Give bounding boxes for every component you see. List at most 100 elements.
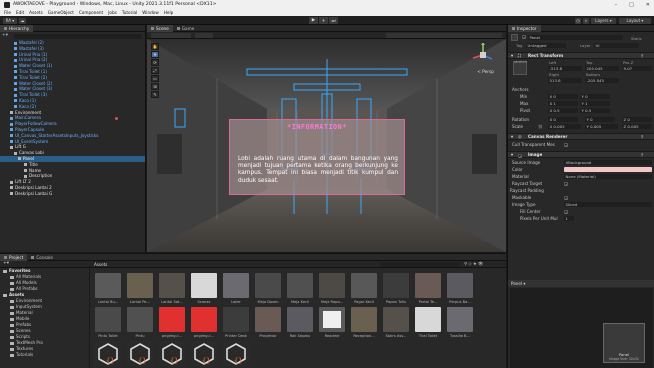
hierarchy-search-input[interactable] xyxy=(14,34,142,39)
rect-transform-header[interactable]: Rect Transform xyxy=(528,53,563,58)
min-y-field[interactable]: Y 0 xyxy=(580,94,610,99)
asset-item[interactable]: Lantai Bu... xyxy=(94,273,122,304)
tab-project[interactable]: Project xyxy=(0,254,28,261)
material-field[interactable]: None (Material) xyxy=(564,174,652,179)
step-button[interactable]: ⏭ xyxy=(329,17,338,24)
menu-item-tutorial[interactable]: Tutorial xyxy=(122,10,137,15)
anchors-foldout[interactable]: Anchors xyxy=(512,87,529,92)
move-tool-icon[interactable]: ✥ xyxy=(151,51,159,58)
script-asset-item[interactable]: {} xyxy=(158,341,186,366)
left-field[interactable]: -513.8 xyxy=(548,66,582,71)
cloud-icon[interactable]: ☁ xyxy=(19,17,26,24)
project-search-input[interactable] xyxy=(380,262,460,267)
chevron-down-icon[interactable]: ▾ xyxy=(511,152,513,157)
link-icon[interactable]: ⛓ xyxy=(538,124,543,129)
hierarchy-item[interactable]: Deskripsi Lantai G xyxy=(0,191,145,197)
static-toggle[interactable]: Static xyxy=(631,36,642,41)
script-asset-item[interactable]: {} xyxy=(94,341,122,366)
layers-dropdown[interactable]: Layers ▾ xyxy=(591,17,616,24)
tab-scene[interactable]: Scene xyxy=(147,25,173,32)
play-button[interactable]: ▶ xyxy=(309,17,318,24)
asset-item[interactable]: Papan Tulis xyxy=(382,273,410,304)
search-icon[interactable]: ⌕ xyxy=(583,17,589,24)
hand-tool-icon[interactable]: ✋ xyxy=(151,43,159,50)
custom-tool-icon[interactable]: ✎ xyxy=(151,91,159,98)
right-field[interactable]: 513.8 xyxy=(548,78,582,83)
asset-item[interactable]: pngimg.c... xyxy=(158,307,186,338)
bottom-field[interactable]: -205.045 xyxy=(585,78,619,83)
menu-item-component[interactable]: Component xyxy=(79,10,103,15)
canvas-renderer-header[interactable]: Canvas Renderer xyxy=(528,134,567,139)
perspective-label[interactable]: < Persp xyxy=(477,70,494,75)
tab-inspector[interactable]: Inspector xyxy=(508,25,541,32)
asset-item[interactable]: pngimg.c... xyxy=(190,307,218,338)
image-component-header[interactable]: Image xyxy=(528,152,542,157)
scene-viewport[interactable]: ✋ ✥ ⟳ ⤢ ▭ ⊞ ✎ < Persp *INFORMATION* Lobi adala… xyxy=(147,39,506,252)
asset-item[interactable]: Meja Kecil xyxy=(286,273,314,304)
asset-item[interactable]: Tussilla B... xyxy=(446,307,474,338)
scale-y-field[interactable]: Y 0.005 xyxy=(585,124,618,129)
asset-item[interactable]: Meja Dosen xyxy=(254,273,282,304)
raycast-target-checkbox[interactable]: ✓ xyxy=(564,181,568,187)
script-asset-item[interactable]: {} xyxy=(190,341,218,366)
fill-center-checkbox[interactable]: ✓ xyxy=(564,209,568,215)
component-menu-icon[interactable]: ⋮ xyxy=(640,152,644,157)
asset-item[interactable]: Readme xyxy=(318,307,346,338)
pivot-x-field[interactable]: X 0.5 xyxy=(548,108,578,113)
posz-field[interactable]: 9.07 xyxy=(622,66,652,71)
layout-dropdown[interactable]: Layout ▾ xyxy=(619,17,651,24)
asset-item[interactable]: Partai Te... xyxy=(414,273,442,304)
rot-y-field[interactable]: Y 0 xyxy=(585,117,615,122)
asset-item[interactable]: Stairs Ass... xyxy=(382,307,410,338)
asset-item[interactable]: Proyektor xyxy=(254,307,282,338)
asset-item[interactable]: Tirai Toilet xyxy=(414,307,442,338)
rotate-tool-icon[interactable]: ⟳ xyxy=(151,59,159,66)
image-enabled-checkbox[interactable]: ✓ xyxy=(518,153,522,159)
orientation-gizmo-icon[interactable] xyxy=(470,43,496,67)
menu-item-file[interactable]: File xyxy=(4,10,11,15)
asset-item[interactable]: Meja Rapa... xyxy=(318,273,346,304)
close-button[interactable]: ✕ xyxy=(646,2,650,8)
max-x-field[interactable]: X 1 xyxy=(548,101,578,106)
rot-x-field[interactable]: X 0 xyxy=(548,117,578,122)
pivot-y-field[interactable]: Y 0.5 xyxy=(580,108,610,113)
layer-dropdown[interactable]: UI xyxy=(594,43,639,48)
scale-tool-icon[interactable]: ⤢ xyxy=(151,67,159,74)
tab-console[interactable]: Console xyxy=(27,254,57,261)
add-icon[interactable]: +▾ xyxy=(2,33,8,38)
add-icon[interactable]: +▾ xyxy=(3,261,9,266)
scale-z-field[interactable]: Z 0.005 xyxy=(622,124,652,129)
tab-game[interactable]: Game xyxy=(173,25,198,32)
chevron-down-icon[interactable]: ▾ xyxy=(511,134,513,139)
pause-button[interactable]: ⏸ xyxy=(319,17,328,24)
top-field[interactable]: 205.045 xyxy=(585,66,619,71)
menu-item-gameobject[interactable]: GameObject xyxy=(48,10,74,15)
maximize-button[interactable]: □ xyxy=(629,2,634,8)
rect-tool-icon[interactable]: ▭ xyxy=(151,75,159,82)
menu-item-edit[interactable]: Edit xyxy=(16,10,24,15)
component-menu-icon[interactable]: ⋮ xyxy=(640,134,644,139)
breadcrumb[interactable]: Assets xyxy=(94,262,107,267)
asset-item[interactable]: Perpus Ba... xyxy=(446,273,474,304)
image-type-dropdown[interactable]: Sliced xyxy=(564,202,652,207)
tab-hierarchy[interactable]: Hierarchy xyxy=(0,25,34,32)
scene-view-options[interactable] xyxy=(386,33,502,38)
chevron-down-icon[interactable]: ▾ xyxy=(511,53,513,58)
tag-dropdown[interactable]: Untagged xyxy=(526,43,566,48)
filter-icon[interactable]: ⚲ ◇ ★ 👁 xyxy=(464,261,483,267)
asset-item[interactable]: Pagar Kecil xyxy=(350,273,378,304)
object-name-input[interactable]: Panel xyxy=(528,35,623,40)
menu-item-jobs[interactable]: Jobs xyxy=(108,10,117,15)
asset-item[interactable]: Pintu xyxy=(126,307,154,338)
active-checkbox[interactable]: ✓ xyxy=(522,35,526,40)
preview-header[interactable]: Panel ▾ xyxy=(511,281,525,286)
rot-z-field[interactable]: Z 0 xyxy=(622,117,652,122)
asset-item[interactable]: Printer Desk xyxy=(222,307,250,338)
menu-item-help[interactable]: Help xyxy=(164,10,174,15)
maskable-checkbox[interactable]: ✓ xyxy=(564,195,568,201)
cull-transparent-checkbox[interactable]: ✓ xyxy=(564,142,568,148)
source-image-field[interactable]: XBackground xyxy=(564,160,652,165)
ppu-field[interactable]: 1 xyxy=(564,216,574,221)
asset-item[interactable]: Lantai Sat... xyxy=(158,273,186,304)
asset-item[interactable]: Pintu Toilet xyxy=(94,307,122,338)
